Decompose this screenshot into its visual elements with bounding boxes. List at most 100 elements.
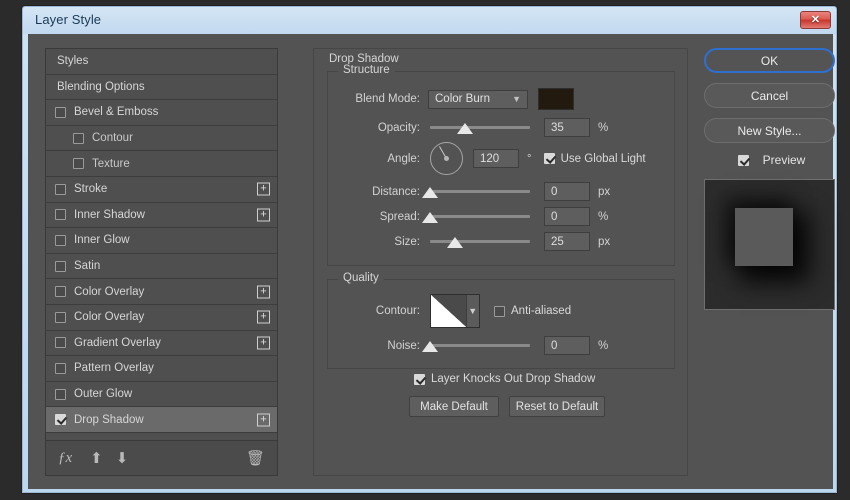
style-row-checkbox[interactable] xyxy=(55,414,66,425)
style-row-label: Inner Glow xyxy=(74,234,130,246)
style-row-texture[interactable]: Texture xyxy=(46,151,277,177)
angle-label: Angle: xyxy=(336,153,420,165)
angle-dial-pointer xyxy=(439,146,447,159)
style-row-outer-glow[interactable]: Outer Glow xyxy=(46,382,277,408)
spread-slider[interactable] xyxy=(430,210,530,224)
blend-mode-row: Blend Mode: Color Burn ▼ xyxy=(336,88,574,110)
style-row-gradient-overlay[interactable]: Gradient Overlay + xyxy=(46,331,277,357)
preview-checkbox[interactable]: Preview xyxy=(704,153,839,167)
spread-unit: % xyxy=(598,211,608,223)
style-row-inner-glow[interactable]: Inner Glow xyxy=(46,228,277,254)
spread-label: Spread: xyxy=(336,211,420,223)
noise-unit: % xyxy=(598,340,608,352)
style-row-checkbox[interactable] xyxy=(55,107,66,118)
arrow-up-icon[interactable]: ⬆ xyxy=(90,449,103,467)
style-row-label: Gradient Overlay xyxy=(74,337,161,349)
chevron-down-icon: ▼ xyxy=(512,94,521,104)
style-row-drop-shadow[interactable]: Drop Shadow + xyxy=(46,407,277,433)
style-row-stroke[interactable]: Stroke+ xyxy=(46,177,277,203)
style-row-checkbox[interactable] xyxy=(55,337,66,348)
spread-slider-thumb[interactable] xyxy=(422,212,438,223)
arrow-down-icon[interactable]: ⬇ xyxy=(116,449,129,467)
contour-picker[interactable]: ▼ xyxy=(430,294,480,328)
style-row-checkbox[interactable] xyxy=(55,312,66,323)
opacity-slider-track xyxy=(430,126,530,129)
style-row-checkbox[interactable] xyxy=(55,209,66,220)
size-slider[interactable] xyxy=(430,235,530,249)
reset-to-default-button[interactable]: Reset to Default xyxy=(509,396,605,417)
trash-icon[interactable]: 🗑 xyxy=(246,449,265,467)
opacity-unit: % xyxy=(598,122,608,134)
style-row-styles[interactable]: Styles xyxy=(46,49,277,75)
preview-label: Preview xyxy=(763,153,806,167)
distance-label: Distance: xyxy=(336,186,420,198)
add-effect-button[interactable]: + xyxy=(257,208,270,221)
add-effect-button[interactable]: + xyxy=(257,336,270,349)
style-row-contour[interactable]: Contour xyxy=(46,126,277,152)
structure-group: Structure Blend Mode: Color Burn ▼ Opaci… xyxy=(327,71,675,266)
style-row-label: Inner Shadow xyxy=(74,209,145,221)
preview-thumbnail xyxy=(704,179,835,310)
style-row-checkbox[interactable] xyxy=(73,158,84,169)
size-slider-thumb[interactable] xyxy=(447,237,463,248)
size-input[interactable]: 25 xyxy=(544,232,590,251)
spread-input[interactable]: 0 xyxy=(544,207,590,226)
distance-slider-thumb[interactable] xyxy=(422,187,438,198)
layer-style-window: Layer Style ✕ StylesBlending OptionsBeve… xyxy=(22,6,837,493)
ok-button[interactable]: OK xyxy=(704,48,835,73)
spread-slider-track xyxy=(430,215,530,218)
style-row-color-overlay[interactable]: Color Overlay+ xyxy=(46,279,277,305)
spread-row: Spread: 0 % xyxy=(336,207,608,226)
cancel-button[interactable]: Cancel xyxy=(704,83,835,108)
style-row-inner-shadow[interactable]: Inner Shadow + xyxy=(46,203,277,229)
shadow-color-swatch[interactable] xyxy=(538,88,574,110)
add-effect-button[interactable]: + xyxy=(257,311,270,324)
style-row-checkbox[interactable] xyxy=(55,261,66,272)
style-row-satin[interactable]: Satin xyxy=(46,254,277,280)
style-row-bevel-emboss[interactable]: Bevel & Emboss xyxy=(46,100,277,126)
style-row-color-overlay[interactable]: Color Overlay+ xyxy=(46,305,277,331)
noise-input[interactable]: 0 xyxy=(544,336,590,355)
noise-label: Noise: xyxy=(336,340,420,352)
add-effect-button[interactable]: + xyxy=(257,285,270,298)
style-row-checkbox[interactable] xyxy=(55,389,66,400)
distance-slider[interactable] xyxy=(430,185,530,199)
use-global-light-checkbox[interactable]: Use Global Light xyxy=(544,153,646,165)
opacity-slider-thumb[interactable] xyxy=(457,123,473,134)
blend-mode-value: Color Burn xyxy=(435,93,490,105)
blend-mode-select[interactable]: Color Burn ▼ xyxy=(428,90,528,109)
style-row-checkbox[interactable] xyxy=(55,286,66,297)
new-style-button[interactable]: New Style... xyxy=(704,118,835,143)
add-effect-button[interactable]: + xyxy=(257,413,270,426)
styles-list[interactable]: Styles Blending OptionsBevel & EmbossCont… xyxy=(46,49,277,441)
size-slider-track xyxy=(430,240,530,243)
chevron-down-icon[interactable]: ▼ xyxy=(466,295,479,327)
angle-dial[interactable] xyxy=(430,142,463,175)
style-row-label: Drop Shadow xyxy=(74,414,144,426)
style-row-checkbox[interactable] xyxy=(55,184,66,195)
close-button[interactable]: ✕ xyxy=(800,11,831,29)
opacity-input[interactable]: 35 xyxy=(544,118,590,137)
layer-knockout-label: Layer Knocks Out Drop Shadow xyxy=(431,373,595,385)
noise-slider[interactable] xyxy=(430,339,530,353)
style-row-label: Styles xyxy=(57,55,88,67)
style-row-checkbox[interactable] xyxy=(55,235,66,246)
style-row-checkbox[interactable] xyxy=(73,133,84,144)
fx-icon[interactable]: ƒx xyxy=(58,450,72,467)
style-row-pattern-overlay[interactable]: Pattern Overlay xyxy=(46,356,277,382)
style-row-checkbox[interactable] xyxy=(55,363,66,374)
add-effect-button[interactable]: + xyxy=(257,183,270,196)
angle-input[interactable]: 120 xyxy=(473,149,519,168)
make-default-button[interactable]: Make Default xyxy=(409,396,499,417)
style-row-label: Outer Glow xyxy=(74,388,132,400)
structure-group-title: Structure xyxy=(338,64,395,76)
size-label: Size: xyxy=(336,236,420,248)
styles-panel: Styles Blending OptionsBevel & EmbossCont… xyxy=(45,48,278,476)
noise-slider-thumb[interactable] xyxy=(422,341,438,352)
anti-aliased-checkbox[interactable]: Anti-aliased xyxy=(494,305,571,317)
styles-toolbar: ƒx ⬆ ⬇ 🗑 xyxy=(46,440,277,475)
opacity-slider[interactable] xyxy=(430,121,530,135)
layer-knockout-checkbox[interactable]: Layer Knocks Out Drop Shadow xyxy=(414,373,595,385)
style-row-blending-options[interactable]: Blending Options xyxy=(46,75,277,101)
distance-input[interactable]: 0 xyxy=(544,182,590,201)
